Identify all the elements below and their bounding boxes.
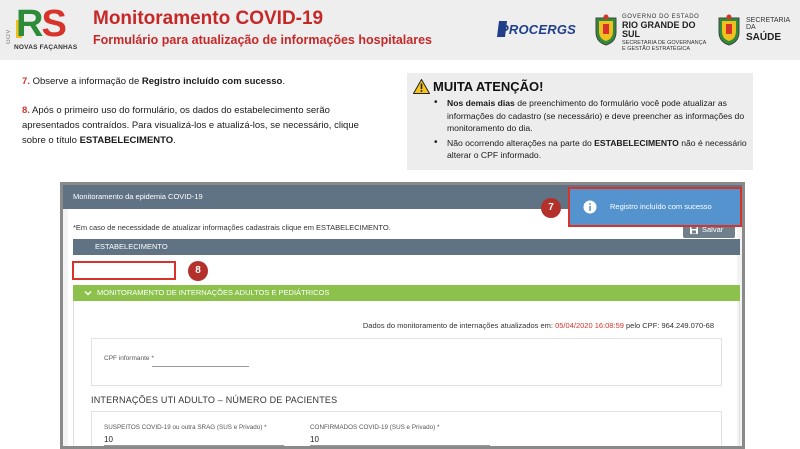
step-7-badge: 7 [541, 198, 561, 218]
attention-item-1-bold: Nos demais dias [447, 98, 515, 108]
update-pre-text: Dados do monitoramento de internações at… [362, 321, 556, 330]
gov-vertical-text: GOV [6, 29, 12, 44]
attention-list: • Nos demais dias de preenchimento do fo… [433, 97, 749, 164]
establishment-section-header[interactable]: ESTABELECIMENTO [73, 239, 740, 255]
uti-section-title: INTERNAÇÕES UTI ADULTO – NÚMERO DE PACIE… [91, 395, 338, 405]
success-toast: Registro incluído com sucesso [568, 187, 742, 227]
attention-title: MUITA ATENÇÃO! [433, 79, 544, 94]
gov-line-4: E GESTÃO ESTRATÉGICA [622, 45, 691, 52]
step-7-bold: Registro incluído com sucesso [141, 76, 283, 87]
step-8-post: . [173, 135, 176, 146]
monitoring-section-label: MONITORAMENTO DE INTERNAÇÕES ADULTOS E P… [97, 288, 330, 297]
state-crest-icon [595, 14, 617, 46]
establishment-highlight-box [72, 261, 176, 280]
establishment-section-label: ESTABELECIMENTO [95, 242, 168, 251]
procergs-logo: PROCERGS [500, 22, 577, 37]
monitoring-section-header[interactable]: MONITORAMENTO DE INTERNAÇÕES ADULTOS E P… [73, 285, 740, 301]
content-border-right [739, 301, 740, 446]
page-subtitle: Formulário para atualização de informaçõ… [93, 33, 432, 47]
bullet-icon: • [434, 136, 438, 148]
page-header: GOV RS NOVAS FAÇANHAS Monitoramento COVI… [0, 0, 800, 60]
update-mid-text: pelo CPF: [623, 321, 662, 330]
cpf-field-box: CPF informante * [91, 338, 722, 386]
rs-letters: RS [16, 3, 67, 45]
uti-fields-box: SUSPEITOS COVID-19 ou outra SRAG (SUS e … [91, 411, 722, 446]
saude-line-1: SECRETARIA DA [746, 17, 790, 31]
instruction-step-7: 7. Observe a informação de Registro incl… [22, 74, 285, 89]
saude-line-2: SAÚDE [746, 32, 782, 43]
rs-letter-r: R [16, 3, 43, 45]
instruction-step-8: 8. Após o primeiro uso do formulário, os… [22, 103, 362, 148]
establishment-note: *Em caso de necessidade de atualizar inf… [73, 223, 391, 232]
bullet-icon: • [434, 97, 438, 108]
last-update-info: Dados do monitoramento de internações at… [363, 321, 714, 330]
government-text: GOVERNO DO ESTADO RIO GRANDE DO SUL SECR… [622, 14, 712, 52]
toast-message: Registro incluído com sucesso [610, 202, 712, 211]
app-header-title: Monitoramento da epidemia COVID-19 [73, 192, 203, 201]
save-icon [690, 226, 698, 234]
chevron-down-icon [84, 290, 92, 296]
logo-subtitle: NOVAS FAÇANHAS [14, 44, 78, 51]
attention-item-2-pre: Não ocorrendo alterações na parte do [447, 137, 595, 148]
step-7-post: . [282, 76, 285, 87]
confirmed-label: CONFIRMADOS COVID-19 (SUS e Privado) * [310, 424, 440, 431]
health-secretariat-text: SECRETARIA DA SAÚDE [746, 17, 800, 43]
health-crest-icon [718, 14, 740, 46]
attention-item-2: • Não ocorrendo alterações na parte do E… [433, 137, 749, 162]
step-8-text: Após o primeiro uso do formulário, os da… [22, 105, 359, 146]
rs-letter-s: S [41, 3, 66, 45]
attention-item-1: • Nos demais dias de preenchimento do fo… [433, 97, 749, 135]
suspected-input[interactable]: 10 [104, 435, 113, 444]
cpf-label: CPF informante * [104, 355, 154, 362]
gov-line-2: RIO GRANDE DO SUL [622, 20, 696, 39]
confirmed-input[interactable]: 10 [310, 435, 319, 444]
step-8-number: 8. [22, 105, 30, 116]
step-7-number: 7. [22, 76, 30, 87]
step-7-pre: Observe a informação de [29, 76, 142, 87]
rs-government-logo: GOV RS NOVAS FAÇANHAS [6, 3, 86, 54]
update-date: 05/04/2020 16:08:59 [555, 321, 624, 330]
warning-icon [413, 79, 430, 94]
page-title: Monitoramento COVID-19 [93, 8, 324, 29]
cpf-input[interactable] [152, 366, 249, 367]
step-8-bold: ESTABELECIMENTO [79, 135, 174, 146]
step-8-badge: 8 [188, 261, 208, 281]
update-cpf: 964.249.070-68 [661, 321, 714, 330]
attention-box: MUITA ATENÇÃO! • Nos demais dias de pree… [407, 73, 753, 170]
suspected-label: SUSPEITOS COVID-19 ou outra SRAG (SUS e … [104, 424, 267, 431]
content-border-left [73, 301, 74, 446]
info-icon [583, 200, 597, 214]
attention-item-2-bold: ESTABELECIMENTO [594, 137, 679, 148]
suspected-input-underline [104, 445, 284, 446]
confirmed-input-underline [310, 445, 490, 446]
